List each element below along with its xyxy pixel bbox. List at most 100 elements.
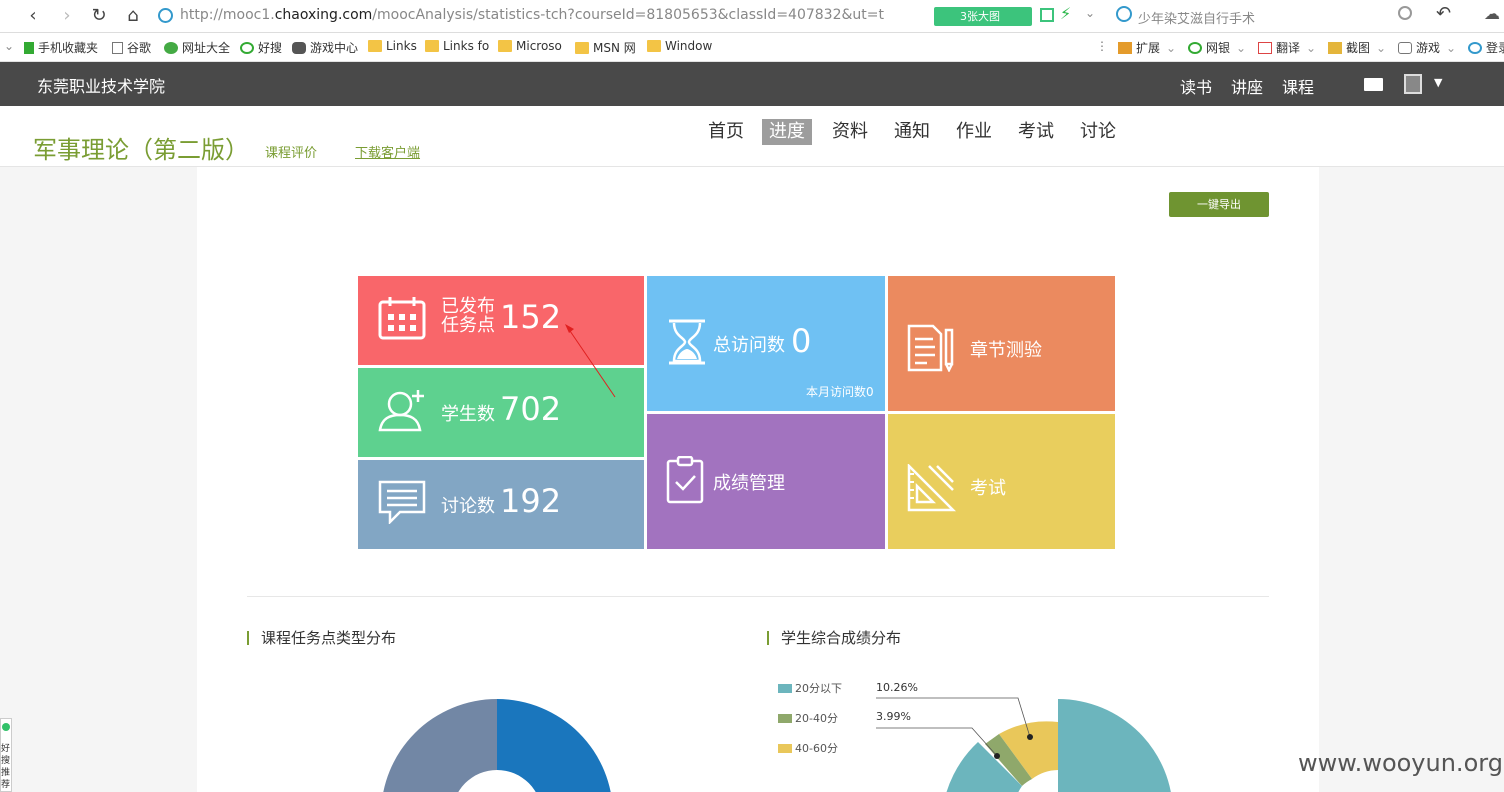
export-button[interactable]: 一键导出 [1169,192,1269,217]
nav-lectures[interactable]: 讲座 [1231,74,1263,98]
tab-home[interactable]: 首页 [701,119,751,145]
bookmark-microsoft[interactable]: Microso [498,39,562,53]
grade-distribution-title: 学生综合成绩分布 [767,631,901,646]
tab-homework[interactable]: 作业 [949,119,999,145]
chart-slice-under-20 [1058,699,1171,792]
chevron-down-icon[interactable]: ⌄ [4,39,14,53]
monthly-visits: 本月访问数0 [806,385,874,399]
tile-discussions[interactable]: 讨论数 192 [358,460,644,549]
qr-code-icon[interactable] [1040,8,1054,22]
grade-label-1: 10.26% [876,681,918,694]
legend-40-60[interactable]: 40-60分 [778,740,838,756]
translate-icon [1258,41,1272,54]
legend-swatch [778,743,792,753]
legend-under-20[interactable]: 20分以下 [778,680,842,696]
bookmark-mobile[interactable]: 手机收藏夹 [24,39,98,56]
avatar[interactable] [1404,74,1422,94]
site-icon [164,41,178,54]
chevron-down-icon[interactable]: ⌄ [1085,6,1095,20]
site-icon [158,8,173,23]
published-label-2: 任务点 [441,315,495,336]
clipboard-check-icon [666,456,704,504]
more-icon[interactable]: ⋮ [1096,39,1108,53]
forward-icon[interactable]: › [56,5,78,27]
legend-swatch [778,683,792,693]
translate-button[interactable]: 翻译 ⌄ [1258,39,1316,56]
speed-icon[interactable]: ⚡ [1060,4,1071,23]
calendar-icon [378,297,426,340]
games-button[interactable]: 游戏 ⌄ [1398,39,1456,56]
back-icon[interactable]: ‹ [22,5,44,27]
grade-management-label: 成绩管理 [713,473,785,494]
url-text[interactable]: http://mooc1.chaoxing.com/moocAnalysis/s… [180,7,884,23]
course-eval-link[interactable]: 课程评价 [265,142,317,161]
add-user-icon [378,390,424,432]
screenshot-button[interactable]: 截图 ⌄ [1328,39,1386,56]
chat-icon [378,480,426,524]
published-count: 152 [500,298,562,336]
students-count: 702 [500,390,562,428]
side-widget[interactable]: 好搜推荐 [0,718,12,792]
bookmark-google[interactable]: 谷歌 [112,39,151,56]
mail-icon[interactable] [1364,78,1383,91]
tab-notices[interactable]: 通知 [887,119,937,145]
exam-label: 考试 [970,478,1006,499]
school-name[interactable]: 东莞职业技术学院 [37,73,165,97]
watermark: www.wooyun.org [1298,749,1503,777]
search-engine-icon [1116,6,1132,22]
home-icon[interactable]: ⌂ [122,5,144,27]
undo-icon[interactable]: ↶ [1436,3,1451,24]
tab-resources[interactable]: 资料 [825,119,875,145]
students-label: 学生数 [441,404,495,425]
tile-total-visits[interactable]: 总访问数 0 本月访问数0 [647,276,885,411]
search-icon[interactable] [1398,6,1412,20]
bookmark-msn[interactable]: MSN 网 [575,39,636,56]
bookmark-games[interactable]: 游戏中心 [292,39,358,56]
visits-count: 0 [791,322,812,360]
bookmarks-bar: ⌄ 手机收藏夹 谷歌 网址大全 好搜 游戏中心 Links Links fo M… [0,33,1504,62]
browser-toolbar: ‹ › ↻ ⌂ http://mooc1.chaoxing.com/moocAn… [0,0,1504,33]
side-widget-text: 好搜推荐 [1,744,11,790]
chart-slice-other [383,699,497,792]
user-icon [1468,41,1482,54]
bank-button[interactable]: 网银 ⌄ [1188,39,1246,56]
folder-icon [575,41,589,54]
reload-icon[interactable]: ↻ [88,5,110,27]
discussions-label: 讨论数 [441,496,495,517]
scissors-icon [1328,41,1342,54]
tile-exam[interactable]: 考试 [888,414,1115,549]
nav-reading[interactable]: 读书 [1180,74,1212,98]
bookmark-haosou[interactable]: 好搜 [240,39,282,56]
tab-exams[interactable]: 考试 [1011,119,1061,145]
bookmark-links-fo[interactable]: Links fo [425,39,489,53]
task-distribution-chart [383,699,611,792]
folder-icon [498,40,512,52]
tab-discussion[interactable]: 讨论 [1073,119,1123,145]
published-label-1: 已发布 [441,296,495,317]
task-distribution-title: 课程任务点类型分布 [247,631,396,646]
hourglass-icon [669,319,705,365]
chevron-down-icon[interactable]: ▼ [1434,76,1442,89]
tab-progress[interactable]: 进度 [762,119,812,145]
screenshot-badge[interactable]: 3张大图 [934,7,1032,26]
nav-courses[interactable]: 课程 [1282,74,1314,98]
login-button[interactable]: 登录 [1468,39,1504,56]
address-bar[interactable]: http://mooc1.chaoxing.com/moocAnalysis/s… [152,4,922,28]
bookmark-windows[interactable]: Window [647,39,712,53]
search-input[interactable]: 少年染艾滋自行手术 [1110,4,1425,28]
bookmark-links[interactable]: Links [368,39,417,53]
tile-chapter-quiz[interactable]: 章节测验 [888,276,1115,411]
legend-20-40[interactable]: 20-40分 [778,710,838,726]
chapter-quiz-label: 章节测验 [970,340,1042,361]
annotation-arrow [565,324,616,398]
page-icon [112,41,123,54]
download-client-link[interactable]: 下载客户端 [355,142,420,161]
phone-icon [24,41,34,54]
gamepad-icon [1398,41,1412,54]
discussions-count: 192 [500,482,562,520]
cloud-icon[interactable]: ☁ [1484,4,1500,23]
bookmark-hao123[interactable]: 网址大全 [164,39,230,56]
tile-grade-management[interactable]: 成绩管理 [647,414,885,549]
course-title: 军事理论（第二版） [33,136,249,164]
extensions-button[interactable]: 扩展 ⌄ [1118,39,1176,56]
